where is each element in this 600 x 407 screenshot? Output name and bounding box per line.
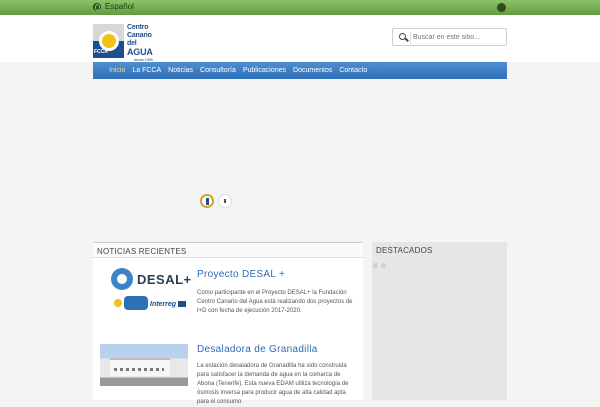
search-box[interactable] [392,28,507,46]
nav-item-publicaciones[interactable]: Publicaciones [243,67,286,74]
site-header: FCCA Centro Canario del AGUA desde 1986 [0,15,600,62]
nav-item-consultoria[interactable]: Consultoría [200,67,236,74]
news-thumb-desal[interactable]: DESAL+ Interreg [100,268,191,313]
news-text-desal: Como participante en el Proyecto DESAL+ … [197,290,353,314]
recent-news-heading: NOTICIAS RECIENTES [93,242,363,258]
desal-logo-icon [111,268,133,290]
news-text-granadilla: La estación desaladora de Granadilla ha … [197,363,349,405]
language-label[interactable]: Español [105,2,134,11]
search-icon[interactable] [399,33,406,40]
rss-icon[interactable] [497,3,506,12]
nav-item-la-fcca[interactable]: La FCCA [132,67,161,74]
language-selector[interactable]: Español [93,2,134,11]
logo-text: Centro Canario del AGUA desde 1986 [127,24,153,62]
nav-item-documentos[interactable]: Documentos [293,67,332,74]
site-logo[interactable]: FCCA Centro Canario del AGUA desde 1986 [93,24,168,62]
featured-section: DESTACADOS [372,242,507,400]
top-bar: Español [0,0,600,15]
eu-flag-icon [178,301,186,307]
slider-dot-2[interactable] [218,194,232,208]
news-title-desal[interactable]: Proyecto DESAL + [197,269,285,280]
featured-heading: DESTACADOS [372,242,507,258]
featured-dot-1[interactable] [373,263,378,268]
image-slider [0,79,600,236]
nav-item-inicio[interactable]: Inicio [109,67,125,74]
news-thumb-granadilla[interactable] [100,344,188,386]
main-nav: Inicio La FCCA Noticias Consultoría Publ… [93,62,507,79]
nav-item-contacto[interactable]: Contacto [339,67,367,74]
featured-dot-2[interactable] [381,263,386,268]
search-input[interactable] [413,31,503,44]
logo-mark: FCCA [93,24,124,58]
globe-icon [93,2,101,11]
nav-item-noticias[interactable]: Noticias [168,67,193,74]
slider-dot-1[interactable] [200,194,214,208]
news-title-granadilla[interactable]: Desaladora de Granadilla [197,344,318,355]
